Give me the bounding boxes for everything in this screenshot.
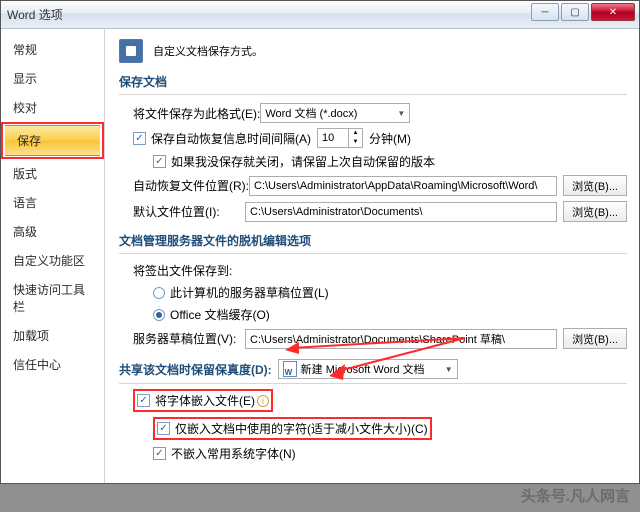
default-loc-label: 默认文件位置(I): bbox=[133, 203, 245, 220]
save-icon bbox=[119, 39, 143, 63]
sidebar-item-general[interactable]: 常规 bbox=[1, 35, 104, 64]
minimize-button[interactable]: ─ bbox=[531, 3, 559, 21]
radio-office-cache-label: Office 文档缓存(O) bbox=[170, 306, 270, 323]
section-offline-editing: 文档管理服务器文件的脱机编辑选项 将签出文件保存到: 此计算机的服务器草稿位置(… bbox=[119, 232, 627, 349]
section-fidelity: 共享该文档时保留保真度(D): 新建 Microsoft Word 文档 ▼ 将… bbox=[119, 359, 627, 462]
chevron-down-icon: ▼ bbox=[445, 365, 453, 374]
watermark: 头条号.凡人网言 bbox=[521, 485, 630, 506]
format-label: 将文件保存为此格式(E): bbox=[133, 105, 260, 122]
default-loc-input[interactable]: C:\Users\Administrator\Documents\ bbox=[245, 202, 557, 222]
radio-server-drafts-label: 此计算机的服务器草稿位置(L) bbox=[170, 284, 329, 301]
drafts-loc-input[interactable]: C:\Users\Administrator\Documents\SharePo… bbox=[245, 329, 557, 349]
embed-fonts-label: 将字体嵌入文件(E) bbox=[155, 392, 255, 409]
section-title: 文档管理服务器文件的脱机编辑选项 bbox=[119, 232, 627, 254]
window-buttons: ─ ▢ ✕ bbox=[529, 3, 635, 21]
titlebar: Word 选项 ─ ▢ ✕ bbox=[1, 1, 639, 29]
autorecover-unit: 分钟(M) bbox=[369, 130, 411, 147]
panel-header: 自定义文档保存方式。 bbox=[119, 39, 627, 63]
sidebar-item-addins[interactable]: 加载项 bbox=[1, 321, 104, 350]
sidebar: 常规 显示 校对 保存 版式 语言 高级 自定义功能区 快速访问工具栏 加载项 … bbox=[1, 29, 105, 483]
sidebar-item-language[interactable]: 语言 bbox=[1, 188, 104, 217]
main-panel: 自定义文档保存方式。 保存文档 将文件保存为此格式(E): Word 文档 (*… bbox=[105, 29, 639, 483]
browse-button-3[interactable]: 浏览(B)... bbox=[563, 328, 627, 349]
sidebar-item-display[interactable]: 显示 bbox=[1, 64, 104, 93]
keeplast-label: 如果我没保存就关闭，请保留上次自动保留的版本 bbox=[171, 153, 435, 170]
document-icon bbox=[283, 361, 297, 377]
browse-button-2[interactable]: 浏览(B)... bbox=[563, 201, 627, 222]
sidebar-item-layout[interactable]: 版式 bbox=[1, 159, 104, 188]
no-system-checkbox[interactable] bbox=[153, 447, 166, 460]
format-select[interactable]: Word 文档 (*.docx)▼ bbox=[260, 103, 410, 123]
drafts-loc-label: 服务器草稿位置(V): bbox=[133, 330, 245, 347]
autorecover-loc-input[interactable]: C:\Users\Administrator\AppData\Roaming\M… bbox=[249, 176, 557, 196]
keeplast-checkbox[interactable] bbox=[153, 155, 166, 168]
fidelity-doc-select[interactable]: 新建 Microsoft Word 文档 ▼ bbox=[278, 359, 458, 379]
radio-office-cache[interactable] bbox=[153, 309, 165, 321]
browse-button-1[interactable]: 浏览(B)... bbox=[563, 175, 627, 196]
sidebar-item-save[interactable]: 保存 bbox=[5, 125, 100, 156]
sidebar-item-trust-center[interactable]: 信任中心 bbox=[1, 350, 104, 379]
embed-fonts-checkbox[interactable] bbox=[137, 394, 150, 407]
checkout-label: 将签出文件保存到: bbox=[133, 262, 232, 279]
autorecover-minutes-input[interactable]: 10 ▲▼ bbox=[317, 128, 363, 148]
sidebar-item-proofing[interactable]: 校对 bbox=[1, 93, 104, 122]
panel-header-text: 自定义文档保存方式。 bbox=[153, 43, 263, 59]
close-button[interactable]: ✕ bbox=[591, 3, 635, 21]
maximize-button[interactable]: ▢ bbox=[561, 3, 589, 21]
chevron-down-icon: ▼ bbox=[397, 109, 405, 118]
window-title: Word 选项 bbox=[7, 6, 63, 23]
dialog-body: 常规 显示 校对 保存 版式 语言 高级 自定义功能区 快速访问工具栏 加载项 … bbox=[1, 29, 639, 483]
sidebar-item-advanced[interactable]: 高级 bbox=[1, 217, 104, 246]
section-save-documents: 保存文档 将文件保存为此格式(E): Word 文档 (*.docx)▼ 保存自… bbox=[119, 73, 627, 222]
embed-used-checkbox[interactable] bbox=[157, 422, 170, 435]
sidebar-item-quick-access[interactable]: 快速访问工具栏 bbox=[1, 275, 104, 321]
sidebar-item-customize-ribbon[interactable]: 自定义功能区 bbox=[1, 246, 104, 275]
fidelity-label: 共享该文档时保留保真度(D): bbox=[119, 361, 272, 378]
autorecover-checkbox[interactable] bbox=[133, 132, 146, 145]
info-icon: i bbox=[257, 395, 269, 407]
no-system-label: 不嵌入常用系统字体(N) bbox=[171, 445, 296, 462]
autorecover-label: 保存自动恢复信息时间间隔(A) bbox=[151, 130, 311, 147]
embed-used-label: 仅嵌入文档中使用的字符(适于减小文件大小)(C) bbox=[175, 420, 428, 437]
autorecover-loc-label: 自动恢复文件位置(R): bbox=[133, 177, 249, 194]
section-title: 保存文档 bbox=[119, 73, 627, 95]
radio-server-drafts[interactable] bbox=[153, 287, 165, 299]
options-dialog: Word 选项 ─ ▢ ✕ 常规 显示 校对 保存 版式 语言 高级 自定义功能… bbox=[0, 0, 640, 484]
